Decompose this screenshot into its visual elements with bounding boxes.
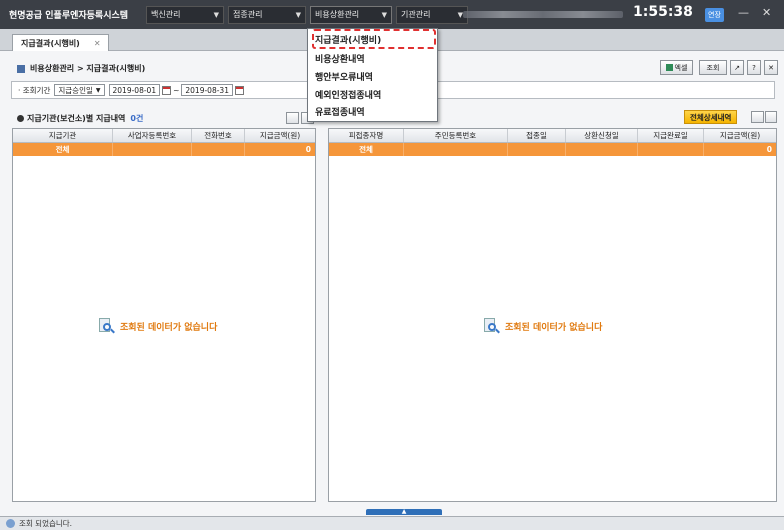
menu-item-paid-vaccination[interactable]: 유료접종내역 xyxy=(315,105,365,118)
column-header[interactable]: 접종일 xyxy=(508,129,566,142)
menu-item-payment-result[interactable]: 지급결과(시행비) xyxy=(315,33,381,46)
top-bar: 현명공급 인플루엔자등록시스템 백신관리 ▼ 접종관리 ▼ 비용상환관리 ▼ 기… xyxy=(0,0,784,29)
summary-cell xyxy=(508,143,566,156)
chevron-down-icon: ▼ xyxy=(381,10,387,19)
left-grid: 지급기관 사업자등록번호 전화번호 지급금액(원) 전체 0 xyxy=(12,128,316,502)
extend-session-button[interactable]: 연장 xyxy=(705,8,724,22)
magnifier-icon xyxy=(483,318,500,334)
period-type-select[interactable]: 지급승인일 ▼ xyxy=(54,84,105,96)
panel-splitter-handle[interactable]: ▲ xyxy=(366,509,442,515)
summary-cell: 전체 xyxy=(13,143,113,156)
column-header[interactable]: 지급완료일 xyxy=(638,129,704,142)
right-empty-message: 조회된 데이터가 없습니다 xyxy=(483,318,602,334)
column-header[interactable]: 지급금액(원) xyxy=(704,129,776,142)
tab-label: 지급결과(시행비) xyxy=(21,38,80,48)
close-tab-icon[interactable]: ✕ xyxy=(94,39,101,48)
column-header[interactable]: 피접종자명 xyxy=(329,129,404,142)
menu-item-mois-error[interactable]: 행안부오류내역 xyxy=(315,70,373,83)
result-count: 0건 xyxy=(130,114,144,123)
empty-text: 조회된 데이터가 없습니다 xyxy=(120,322,218,333)
summary-cell xyxy=(192,143,245,156)
column-header[interactable]: 전화번호 xyxy=(192,129,245,142)
left-panel-title: 지급기관(보건소)별 지급내역 0건 xyxy=(17,113,143,124)
date-from-input[interactable]: 2019-08-01 xyxy=(108,84,161,96)
user-info-blurred xyxy=(463,11,623,18)
popup-icon[interactable]: ↗ xyxy=(730,60,744,75)
column-header[interactable]: 주민등록번호 xyxy=(404,129,508,142)
bullet-icon xyxy=(17,115,24,122)
left-grid-header: 지급기관 사업자등록번호 전화번호 지급금액(원) xyxy=(13,129,315,143)
left-empty-message: 조회된 데이터가 없습니다 xyxy=(98,318,217,334)
menu-item-exception-vaccination[interactable]: 예외인정접종내역 xyxy=(315,88,381,101)
summary-row[interactable]: 전체 0 xyxy=(13,143,315,156)
full-detail-button-main[interactable]: 전체상세내역 xyxy=(684,110,738,124)
excel-icon xyxy=(665,64,673,71)
chevron-down-icon: ▼ xyxy=(213,10,219,19)
right-grid-header: 피접종자명 주민등록번호 접종일 상환신청일 지급완료일 지급금액(원) xyxy=(329,129,776,143)
help-icon[interactable]: ? xyxy=(747,60,761,75)
menu-vaccination-label: 접종관리 xyxy=(233,10,263,19)
column-header[interactable]: 지급기관 xyxy=(13,129,113,142)
status-bar: 조회 되었습니다. xyxy=(0,516,784,530)
summary-amount: 0 xyxy=(305,145,311,154)
summary-cell xyxy=(113,143,192,156)
menu-reimbursement-label: 비용상환관리 xyxy=(315,10,360,19)
menu-vaccination[interactable]: 접종관리 ▼ xyxy=(228,5,306,24)
chevron-down-icon: ▼ xyxy=(95,86,101,94)
menu-institution[interactable]: 기관관리 ▼ xyxy=(396,5,468,24)
excel-label: 엑셀 xyxy=(674,63,688,72)
menu-vaccine-label: 백신관리 xyxy=(151,10,181,19)
column-header[interactable]: 사업자등록번호 xyxy=(113,129,192,142)
breadcrumb: 비용상환관리 > 지급결과(시행비) xyxy=(17,63,145,74)
summary-amount: 0 xyxy=(766,145,772,154)
minimize-icon[interactable]: — xyxy=(738,6,749,19)
date-separator: ~ xyxy=(173,85,180,95)
excel-small-icon[interactable] xyxy=(286,112,299,124)
search-button[interactable]: 조회 xyxy=(699,60,727,75)
magnifier-icon xyxy=(98,318,115,334)
period-label: · 조회기간 xyxy=(18,85,51,95)
calendar-icon[interactable] xyxy=(162,85,172,95)
menu-reimbursement[interactable]: 비용상환관리 ▼ xyxy=(310,5,392,24)
tab-payment-result[interactable]: 지급결과(시행비) ✕ xyxy=(12,34,109,51)
column-header[interactable]: 지급금액(원) xyxy=(245,129,315,142)
summary-cell xyxy=(638,143,704,156)
summary-cell: 전체 xyxy=(329,143,404,156)
close-page-icon[interactable]: ✕ xyxy=(764,60,778,75)
empty-text: 조회된 데이터가 없습니다 xyxy=(505,322,603,333)
reimbursement-dropdown-menu: 지급결과(시행비) 비용상환내역 행안부오류내역 예외인정접종내역 유료접종내역 xyxy=(307,28,438,122)
period-type-value: 지급승인일 xyxy=(58,85,93,95)
app-title: 현명공급 인플루엔자등록시스템 xyxy=(9,11,129,21)
date-to-input[interactable]: 2019-08-31 xyxy=(181,84,233,96)
excel-button[interactable]: 엑셀 xyxy=(660,60,693,75)
menu-institution-label: 기관관리 xyxy=(401,10,431,19)
summary-cell xyxy=(566,143,638,156)
chevron-down-icon: ▼ xyxy=(295,10,301,19)
summary-cell xyxy=(404,143,508,156)
right-grid: 피접종자명 주민등록번호 접종일 상환신청일 지급완료일 지급금액(원) 전체 … xyxy=(328,128,777,502)
excel-small-icon[interactable] xyxy=(751,111,764,123)
column-header[interactable]: 상환신청일 xyxy=(566,129,638,142)
left-panel-title-text: 지급기관(보건소)별 지급내역 xyxy=(27,114,126,123)
print-icon[interactable] xyxy=(765,111,777,123)
menu-item-reimbursement-history[interactable]: 비용상환내역 xyxy=(315,52,365,65)
calendar-icon[interactable] xyxy=(234,85,244,95)
status-text: 조회 되었습니다. xyxy=(19,519,73,528)
summary-row[interactable]: 전체 0 xyxy=(329,143,776,156)
breadcrumb-text: 비용상환관리 > 지급결과(시행비) xyxy=(30,64,146,73)
menu-vaccine[interactable]: 백신관리 ▼ xyxy=(146,5,224,24)
close-icon[interactable]: ✕ xyxy=(762,6,771,19)
info-icon xyxy=(6,519,15,528)
breadcrumb-icon xyxy=(17,64,25,73)
session-clock: 1:55:38 xyxy=(633,4,693,20)
